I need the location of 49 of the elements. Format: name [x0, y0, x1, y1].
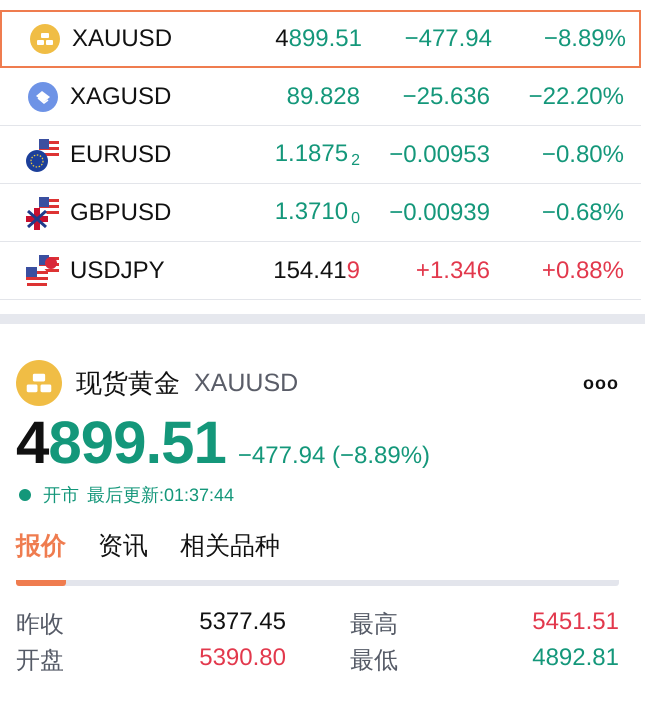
stat-label: 昨收: [16, 610, 65, 640]
symbol-text: XAGUSD: [70, 82, 172, 110]
flag-pair-icon: [25, 136, 61, 172]
change-percent-text: +0.88%: [540, 256, 624, 284]
price-text: 154.419: [272, 256, 360, 284]
stat-value: 4892.81: [531, 644, 619, 673]
tab[interactable]: 资讯: [98, 529, 148, 586]
price-text: 4899.51: [274, 25, 362, 53]
stat-label: 最低: [349, 646, 399, 676]
update-time: 最后更新:01:37:44: [87, 484, 234, 507]
bar-stack-icon: [30, 24, 60, 54]
stat-label: 开盘: [16, 646, 65, 676]
change-text: −0.00953: [388, 140, 490, 168]
price-text: 4899.51: [16, 408, 226, 477]
price-text: 1.3710$_{0}$: [274, 198, 360, 228]
price-text: 89.828: [286, 82, 360, 110]
change-percent-text: −0.80%: [540, 140, 624, 168]
symbol-text: USDJPY: [70, 256, 166, 284]
change-text: +1.346: [414, 256, 490, 284]
change-percent-text: −22.20%: [528, 82, 624, 110]
change-text: −477.94: [404, 25, 492, 53]
stat-value: 5377.45: [198, 608, 286, 637]
flag-pair-icon: [25, 252, 61, 288]
status-dot: [19, 489, 31, 501]
flag-pair-icon: [25, 194, 61, 230]
stacked-sheets-icon: [28, 82, 58, 112]
symbol-text: GBPUSD: [70, 198, 172, 226]
symbol-text: XAUUSD: [72, 25, 174, 53]
tab[interactable]: 相关品种: [180, 529, 280, 586]
quote-row[interactable]: XAUUSD 4899.51 −477.94 −8.89%: [0, 10, 641, 68]
quote-row[interactable]: XAGUSD 89.828 −25.636 −22.20%: [0, 68, 641, 126]
symbol-text: EURUSD: [70, 140, 172, 168]
instrument-symbol: XAUUSD: [194, 368, 298, 398]
instrument-name: 现货黄金: [76, 366, 180, 400]
quote-row[interactable]: USDJPY 154.419 +1.346 +0.88%: [0, 242, 641, 300]
stat-label: 最高: [349, 610, 399, 640]
change-text: −0.00939: [388, 198, 490, 226]
quote-row[interactable]: GBPUSD 1.3710$_{0}$ −0.00939 −0.68%: [0, 184, 641, 242]
change-text: −477.94 (−8.89%): [238, 442, 430, 470]
change-percent-text: −0.68%: [540, 198, 624, 226]
bar-stack-icon: [16, 360, 62, 406]
more-button[interactable]: ooo: [583, 372, 619, 394]
change-text: −25.636: [402, 82, 490, 110]
stat-value: 5451.51: [531, 608, 619, 637]
price-text: 1.1875$_{2}$: [274, 140, 360, 170]
change-percent-text: −8.89%: [542, 25, 626, 53]
market-status: 开市: [43, 484, 79, 507]
quote-row[interactable]: EURUSD 1.1875$_{2}$ −0.00953 −0.80%: [0, 126, 641, 184]
stat-value: 5390.80: [198, 644, 286, 673]
